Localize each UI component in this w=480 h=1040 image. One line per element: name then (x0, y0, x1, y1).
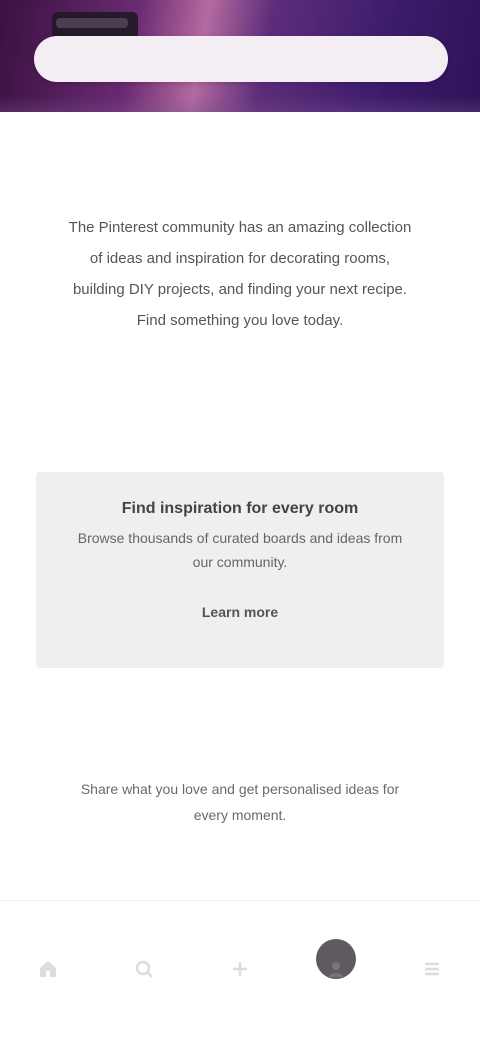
card-title: Find inspiration for every room (121, 500, 359, 517)
intro-text: The Pinterest community has an amazing c… (68, 219, 412, 329)
footer-text: Share what you love and get personalised… (80, 781, 400, 823)
intro-kicker (160, 190, 320, 202)
profile-icon (329, 962, 343, 977)
header-shadow (0, 96, 480, 112)
nav-item-create[interactable] (200, 927, 280, 1007)
profile-avatar (316, 939, 356, 979)
search-icon (135, 960, 153, 978)
app-header (0, 0, 480, 112)
card-body: Browse thousands of curated boards and i… (77, 530, 403, 570)
nav-item-menu[interactable] (392, 927, 472, 1007)
bottom-navigation (0, 900, 480, 1040)
plus-icon (233, 962, 247, 976)
card-link-button[interactable]: Learn more (160, 598, 320, 624)
menu-icon (425, 962, 439, 976)
logo-mark (56, 18, 128, 28)
nav-item-profile[interactable] (296, 927, 376, 1007)
nav-item-search[interactable] (104, 927, 184, 1007)
search-input[interactable] (34, 36, 448, 82)
nav-item-home[interactable] (8, 927, 88, 1007)
home-icon (40, 961, 56, 977)
promo-card: Find inspiration for every room Browse t… (36, 472, 444, 668)
